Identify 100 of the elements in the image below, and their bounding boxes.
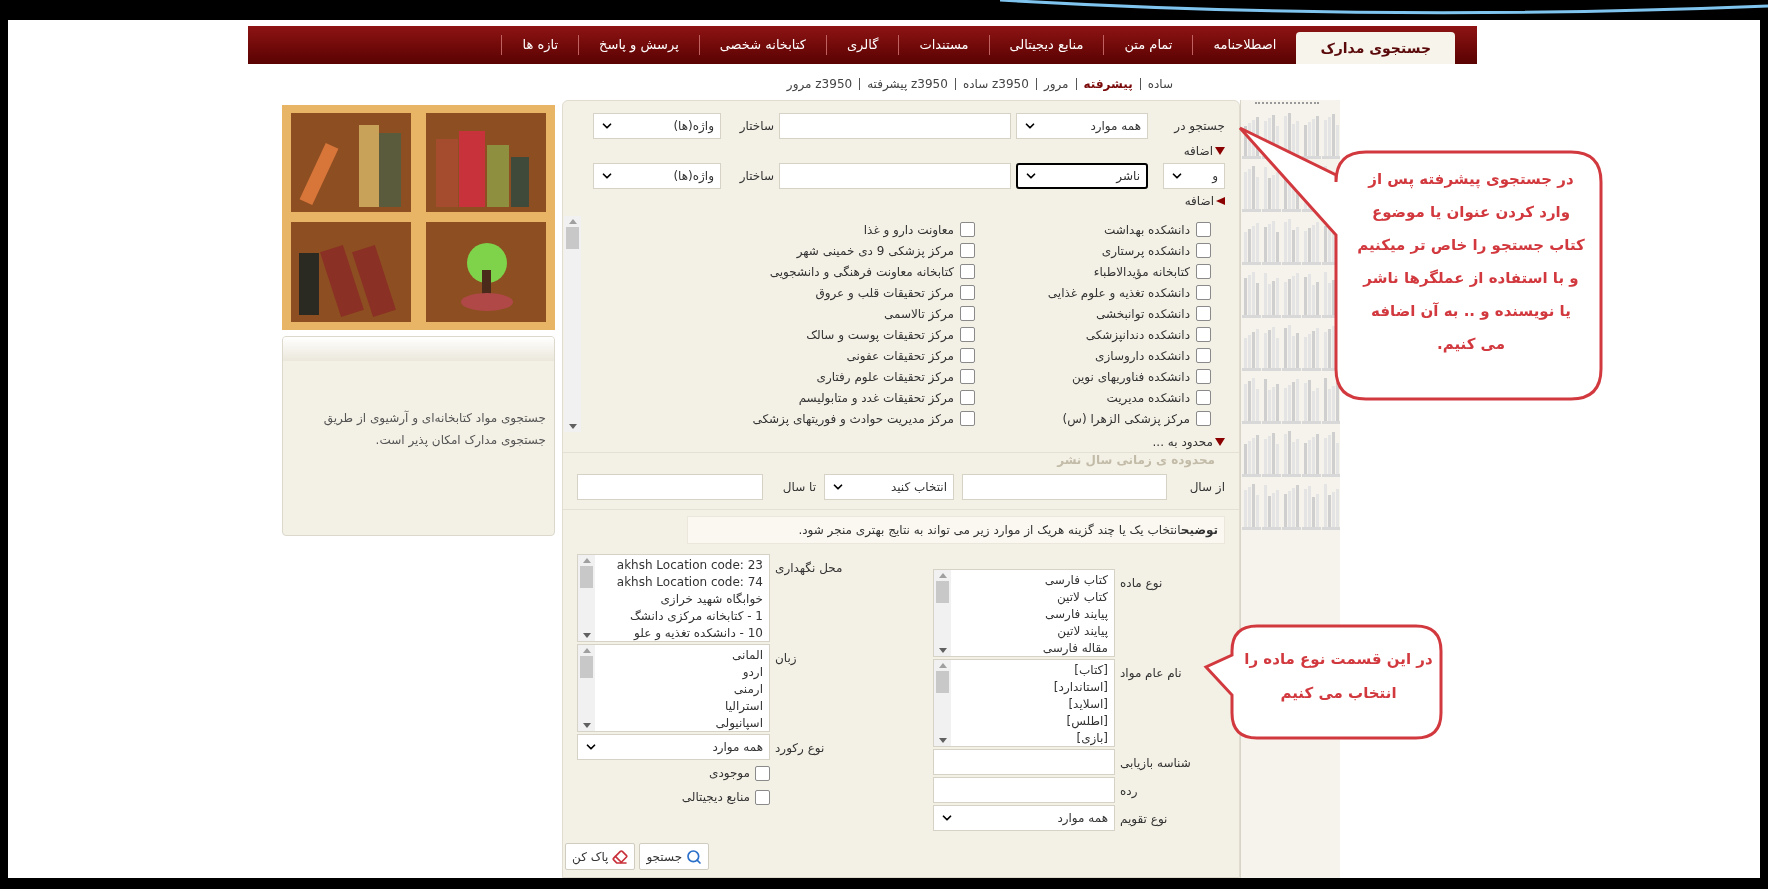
checkbox[interactable] <box>960 285 975 300</box>
clear-button[interactable]: پاک کن <box>565 843 636 870</box>
search-mode-link[interactable]: ساده z3950 <box>962 75 1029 93</box>
nav-tab[interactable]: تازه ها <box>502 26 579 64</box>
add-link[interactable]: اضافه <box>1183 142 1213 160</box>
add-link[interactable]: اضافه <box>1184 192 1214 210</box>
list-option[interactable]: کتاب لاتین <box>951 589 1108 606</box>
text-field[interactable] <box>933 777 1115 803</box>
list-option[interactable]: پیایند لاتین <box>951 623 1108 640</box>
checkbox[interactable] <box>960 243 975 258</box>
scrollbar[interactable] <box>564 216 581 432</box>
scroll-up-arrow-icon[interactable] <box>938 573 947 578</box>
list-option[interactable]: [اطلس] <box>951 713 1108 730</box>
nav-tab[interactable]: مستندات <box>899 26 989 64</box>
checkbox[interactable] <box>960 390 975 405</box>
nav-tab[interactable]: جستجوی مدارک <box>1296 32 1455 64</box>
checkbox[interactable] <box>1196 390 1211 405</box>
dropdown[interactable]: انتخاب کنید <box>824 474 954 500</box>
list-option[interactable]: [اسلاید] <box>951 696 1108 713</box>
checkbox[interactable] <box>1196 264 1211 279</box>
checkbox-label: مرکز تحقیقات عفونی <box>846 347 954 365</box>
scroll-thumb[interactable] <box>936 581 949 603</box>
checkbox[interactable] <box>1196 285 1211 300</box>
list-option[interactable]: مقاله فارسی <box>951 640 1108 656</box>
checkbox[interactable] <box>1196 306 1211 321</box>
nav-tab[interactable]: اصطلاحنامه <box>1193 26 1297 64</box>
scroll-thumb[interactable] <box>580 566 593 588</box>
checkbox[interactable] <box>755 765 770 781</box>
list-option[interactable]: ارمنی <box>595 681 763 698</box>
scrollbar[interactable] <box>934 660 951 746</box>
nav-tab[interactable]: تمام متن <box>1104 26 1193 64</box>
checkbox[interactable] <box>960 348 975 363</box>
scroll-thumb[interactable] <box>566 227 579 249</box>
scroll-up-arrow-icon[interactable] <box>582 558 591 563</box>
nav-tab[interactable]: گالری <box>826 26 899 64</box>
list-option[interactable]: المانی <box>595 647 763 664</box>
nav-tab[interactable]: پرسش و پاسخ <box>579 26 699 64</box>
checkbox[interactable] <box>960 327 975 342</box>
dropdown[interactable]: همه موارد <box>933 805 1115 831</box>
limit-link[interactable]: محدود به ... <box>1152 433 1213 451</box>
scroll-up-arrow-icon[interactable] <box>568 219 577 224</box>
scroll-up-arrow-icon[interactable] <box>582 648 591 653</box>
scroll-down-arrow-icon[interactable] <box>568 424 577 429</box>
nav-tab[interactable]: منابع دیجیتالی <box>989 26 1104 64</box>
list-option[interactable]: کتاب فارسی <box>951 572 1108 589</box>
list-option[interactable]: خوابگاه شهید خرازی <box>595 591 763 608</box>
list-box[interactable]: المانی اردو ارمنی استرالیا اسپانیولی <box>577 644 770 732</box>
text-field[interactable] <box>779 163 1011 189</box>
scrollbar[interactable] <box>578 555 595 641</box>
list-box[interactable]: کتاب فارسی کتاب لاتین پیایند فارسی پیایند لاتین مقاله فارسی <box>933 569 1115 657</box>
list-option[interactable]: akhsh Location code: 23 <box>595 557 763 574</box>
scroll-thumb[interactable] <box>936 671 949 693</box>
list-option[interactable]: اردو <box>595 664 763 681</box>
text-field[interactable] <box>577 474 763 500</box>
dropdown[interactable]: همه موارد <box>1016 113 1148 139</box>
checkbox[interactable] <box>1196 369 1211 384</box>
checkbox[interactable] <box>1196 348 1211 363</box>
scrollbar[interactable] <box>934 570 951 656</box>
text-field[interactable] <box>933 749 1115 775</box>
checkbox[interactable] <box>1196 411 1211 426</box>
scroll-down-arrow-icon[interactable] <box>938 648 947 653</box>
nav-tab[interactable]: کتابخانه شخصی <box>699 26 826 64</box>
scroll-down-arrow-icon[interactable] <box>582 723 591 728</box>
search-mode-link[interactable]: پیشرفته <box>1083 75 1133 93</box>
dropdown[interactable]: و <box>1163 163 1225 189</box>
search-mode-link[interactable]: مرور z3950 <box>786 75 853 93</box>
checkbox[interactable] <box>1196 222 1211 237</box>
checkbox[interactable] <box>1196 243 1211 258</box>
list-option[interactable]: [کتاب] <box>951 662 1108 679</box>
list-option[interactable]: اسپانیولی <box>595 715 763 731</box>
dropdown[interactable]: ناشر <box>1016 163 1148 189</box>
checkbox[interactable] <box>960 222 975 237</box>
list-option[interactable]: [بازی] <box>951 730 1108 746</box>
dropdown[interactable]: همه موارد <box>577 734 770 760</box>
scroll-up-arrow-icon[interactable] <box>938 663 947 668</box>
list-option[interactable]: akhsh Location code: 74 <box>595 574 763 591</box>
checkbox[interactable] <box>755 789 770 805</box>
list-option[interactable]: 10 - دانشکده تغذیه و علو <box>595 625 763 641</box>
list-option[interactable]: [استاندارد] <box>951 679 1108 696</box>
scroll-thumb[interactable] <box>580 656 593 678</box>
checkbox[interactable] <box>960 306 975 321</box>
scroll-down-arrow-icon[interactable] <box>582 633 591 638</box>
list-box[interactable]: [کتاب] [استاندارد] [اسلاید] [اطلس] [بازی] <box>933 659 1115 747</box>
dropdown[interactable]: واژه(ها) <box>593 113 721 139</box>
checkbox[interactable] <box>960 264 975 279</box>
text-field[interactable] <box>962 474 1167 500</box>
list-option[interactable]: پیایند فارسی <box>951 606 1108 623</box>
search-mode-link[interactable]: مرور <box>1043 75 1069 93</box>
text-field[interactable] <box>779 113 1011 139</box>
search-button[interactable]: جستجو <box>639 843 710 870</box>
dropdown[interactable]: واژه(ها) <box>593 163 721 189</box>
scroll-down-arrow-icon[interactable] <box>938 738 947 743</box>
checkbox[interactable] <box>960 411 975 426</box>
search-mode-link[interactable]: ساده <box>1147 75 1173 93</box>
scrollbar[interactable] <box>578 645 595 731</box>
list-option[interactable]: استرالیا <box>595 698 763 715</box>
search-mode-link[interactable]: پیشرفته z3950 <box>867 75 948 93</box>
list-option[interactable]: 1 - کتابخانه مرکزی دانشگ <box>595 608 763 625</box>
checkbox[interactable] <box>1196 327 1211 342</box>
checkbox[interactable] <box>960 369 975 384</box>
